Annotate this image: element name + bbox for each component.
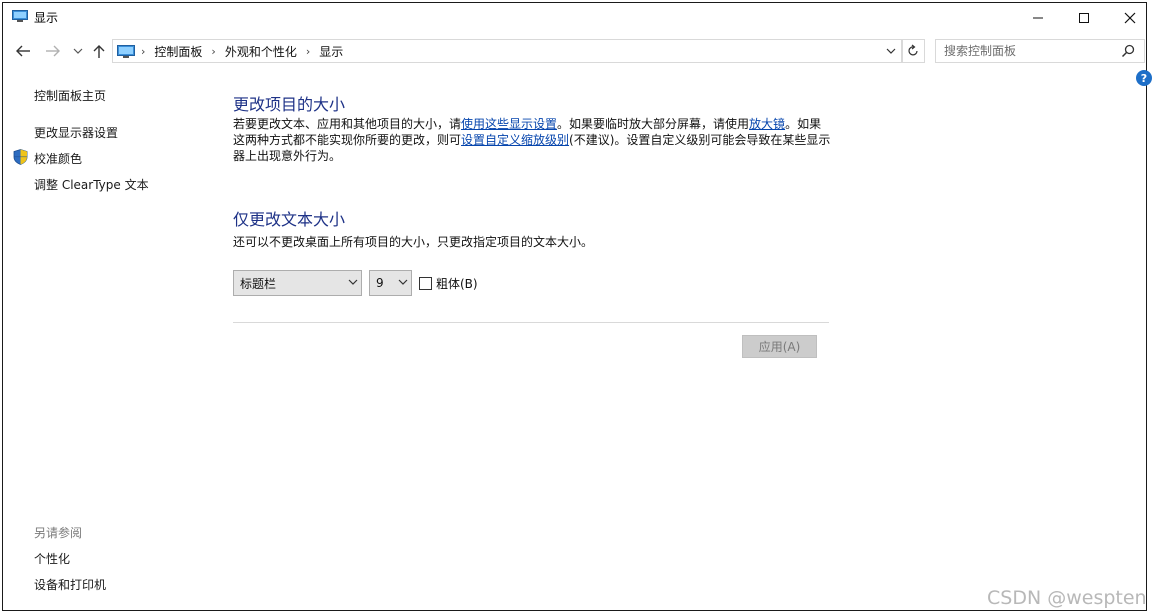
arrow-up-icon [93, 45, 105, 58]
bold-checkbox-group[interactable]: 粗体(B) [419, 275, 478, 292]
address-bar[interactable]: › 控制面板 › 外观和个性化 › 显示 [112, 39, 903, 63]
chevron-down-icon [395, 278, 411, 289]
up-button[interactable] [90, 41, 108, 61]
sidebar-item-calibrate-color[interactable]: 校准颜色 [34, 150, 82, 167]
breadcrumb-separator: › [305, 45, 311, 58]
breadcrumb-control-panel[interactable]: 控制面板 [154, 43, 202, 60]
close-icon [1124, 12, 1136, 24]
window-frame: 显示 › 控制面板 › 外观和个性化 › 显示 搜索控制面板 ? 控制面板主页 … [2, 2, 1152, 611]
item-select-value: 标题栏 [240, 276, 277, 291]
maximize-icon [1079, 13, 1089, 23]
custom-scaling-link[interactable]: 设置自定义缩放级别 [461, 133, 569, 147]
search-box[interactable] [935, 39, 1145, 63]
display-icon [12, 10, 28, 22]
arrow-right-icon [46, 45, 60, 57]
back-button[interactable] [13, 41, 33, 61]
minimize-button[interactable] [1015, 3, 1061, 33]
forward-button[interactable] [44, 41, 62, 61]
watermark: CSDN @wespten [987, 587, 1147, 609]
sidebar-item-personalization[interactable]: 个性化 [34, 550, 70, 567]
see-also-title: 另请参阅 [34, 526, 83, 540]
divider [233, 322, 829, 323]
apply-button[interactable]: 应用(A) [742, 335, 817, 358]
bold-checkbox[interactable] [419, 277, 432, 290]
sidebar-item-display-settings[interactable]: 更改显示器设置 [34, 124, 118, 141]
text-size-description: 还可以不更改桌面上所有项目的大小，只更改指定项目的文本大小。 [233, 235, 594, 249]
sidebar-item-home[interactable]: 控制面板主页 [34, 87, 106, 104]
breadcrumb-display[interactable]: 显示 [319, 43, 343, 60]
breadcrumb-separator: › [211, 45, 216, 58]
heading-change-item-size: 更改项目的大小 [233, 95, 346, 114]
close-button[interactable] [1107, 3, 1152, 33]
font-size-select[interactable]: 9 [369, 270, 412, 296]
address-dropdown-button[interactable] [885, 43, 899, 59]
magnifier-link[interactable]: 放大镜 [749, 117, 785, 131]
display-settings-link[interactable]: 使用这些显示设置 [461, 117, 557, 131]
font-size-select-value: 9 [376, 276, 384, 290]
search-input[interactable] [944, 43, 1114, 59]
help-icon[interactable]: ? [1136, 70, 1152, 86]
sidebar-item-devices-printers[interactable]: 设备和打印机 [34, 576, 106, 593]
shield-icon [13, 149, 28, 165]
search-icon[interactable] [1120, 43, 1136, 59]
navigation-bar: › 控制面板 › 外观和个性化 › 显示 [3, 37, 1146, 65]
para-text-2: 。如果要临时放大部分屏幕，请使用 [557, 117, 750, 131]
breadcrumb-separator: › [141, 45, 146, 58]
description-paragraph: 若要更改文本、应用和其他项目的大小，请使用这些显示设置。如果要临时放大部分屏幕，… [233, 116, 833, 164]
arrow-left-icon [16, 45, 30, 57]
chevron-down-icon [73, 48, 83, 54]
para-text-1: 若要更改文本、应用和其他项目的大小，请 [233, 117, 462, 131]
control-panel-icon [117, 45, 135, 58]
window-title: 显示 [34, 11, 59, 25]
chevron-down-icon [886, 48, 896, 54]
chevron-down-icon [345, 278, 361, 289]
recent-locations-button[interactable] [69, 41, 87, 61]
refresh-button[interactable] [901, 39, 925, 63]
minimize-icon [1033, 17, 1043, 19]
breadcrumb: › 控制面板 › 外观和个性化 › 显示 [141, 43, 343, 60]
title-bar: 显示 [3, 3, 1146, 31]
breadcrumb-appearance[interactable]: 外观和个性化 [225, 43, 297, 60]
item-select[interactable]: 标题栏 [233, 270, 362, 296]
refresh-icon [908, 44, 918, 56]
maximize-button[interactable] [1061, 3, 1107, 33]
sidebar-item-cleartype[interactable]: 调整 ClearType 文本 [34, 176, 149, 193]
heading-text-size-only: 仅更改文本大小 [233, 210, 346, 229]
bold-checkbox-label[interactable]: 粗体(B) [436, 275, 478, 292]
